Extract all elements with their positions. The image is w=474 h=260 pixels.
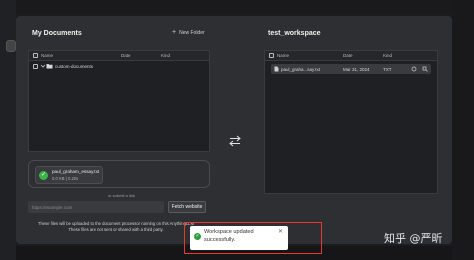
file-name: paul_graha...say.txt	[281, 66, 320, 72]
background-top-bar: ✕	[0, 0, 474, 14]
table-header: Name Date Kind	[29, 51, 209, 61]
success-check-icon: ✓	[194, 233, 201, 240]
workspace-panel: Name Date Kind paul_graha...say.txt Mar …	[264, 50, 438, 194]
file-icon	[274, 66, 279, 73]
upload-notice: These files will be uploaded to the docu…	[30, 221, 202, 232]
notice-line-1: These files will be uploaded to the docu…	[37, 221, 195, 226]
close-icon[interactable]: ✕	[278, 228, 283, 235]
document-manager-modal: My Documents + New Folder test_workspace…	[16, 16, 452, 244]
uploaded-file-card: ✓ paul_graham_essay.txt 0.0 KB | 0.20s	[35, 166, 103, 184]
select-all-checkbox[interactable]	[269, 53, 274, 58]
row-checkbox[interactable]	[33, 63, 38, 69]
column-name: Name	[41, 53, 54, 58]
swap-arrows-icon[interactable]	[228, 134, 242, 147]
or-submit-link-label: or submit a link	[108, 193, 135, 198]
column-name: Name	[277, 53, 290, 58]
my-documents-title: My Documents	[32, 30, 82, 37]
column-kind: Kind	[383, 53, 393, 58]
file-date: Mar 31, 2024	[343, 66, 370, 72]
new-folder-label: New Folder	[179, 29, 205, 36]
upload-dropzone[interactable]: ✓ paul_graham_essay.txt 0.0 KB | 0.20s	[28, 160, 210, 188]
background-right-strip	[452, 0, 474, 260]
select-all-checkbox[interactable]	[33, 53, 38, 58]
file-size: 0.0 KB | 0.20s	[52, 176, 79, 181]
watermark: 知乎 @严昕	[384, 232, 443, 245]
notice-line-2: These files are not sent or shared with …	[68, 226, 164, 232]
workspace-title: test_workspace	[268, 30, 321, 37]
folder-row[interactable]: custom-documents	[29, 61, 209, 71]
folder-name: custom-documents	[55, 63, 94, 69]
url-input[interactable]	[28, 201, 164, 213]
column-date: Date	[343, 53, 353, 58]
background-sidebar	[0, 0, 16, 260]
sidebar-chip[interactable]	[6, 40, 16, 52]
success-toast: ✓ Workspace updated successfully. ✕	[190, 226, 288, 250]
workspace-file-row[interactable]: paul_graha...say.txt Mar 31, 2024 TXT	[271, 64, 431, 74]
file-kind: TXT	[383, 66, 392, 72]
check-icon: ✓	[39, 171, 48, 180]
table-header: Name Date Kind	[265, 51, 437, 61]
folder-icon	[46, 63, 53, 70]
fetch-website-button[interactable]: Fetch website	[168, 201, 206, 213]
remove-icon[interactable]	[422, 66, 428, 73]
pin-icon[interactable]	[411, 66, 417, 73]
column-kind: Kind	[161, 53, 171, 58]
plus-icon: +	[172, 29, 177, 36]
toast-message: Workspace updated successfully.	[204, 229, 254, 243]
my-documents-panel: Name Date Kind custom-documents	[28, 50, 210, 152]
new-folder-button[interactable]: + New Folder	[172, 29, 205, 36]
file-name: paul_graham_essay.txt	[52, 169, 100, 174]
column-date: Date	[121, 53, 131, 58]
